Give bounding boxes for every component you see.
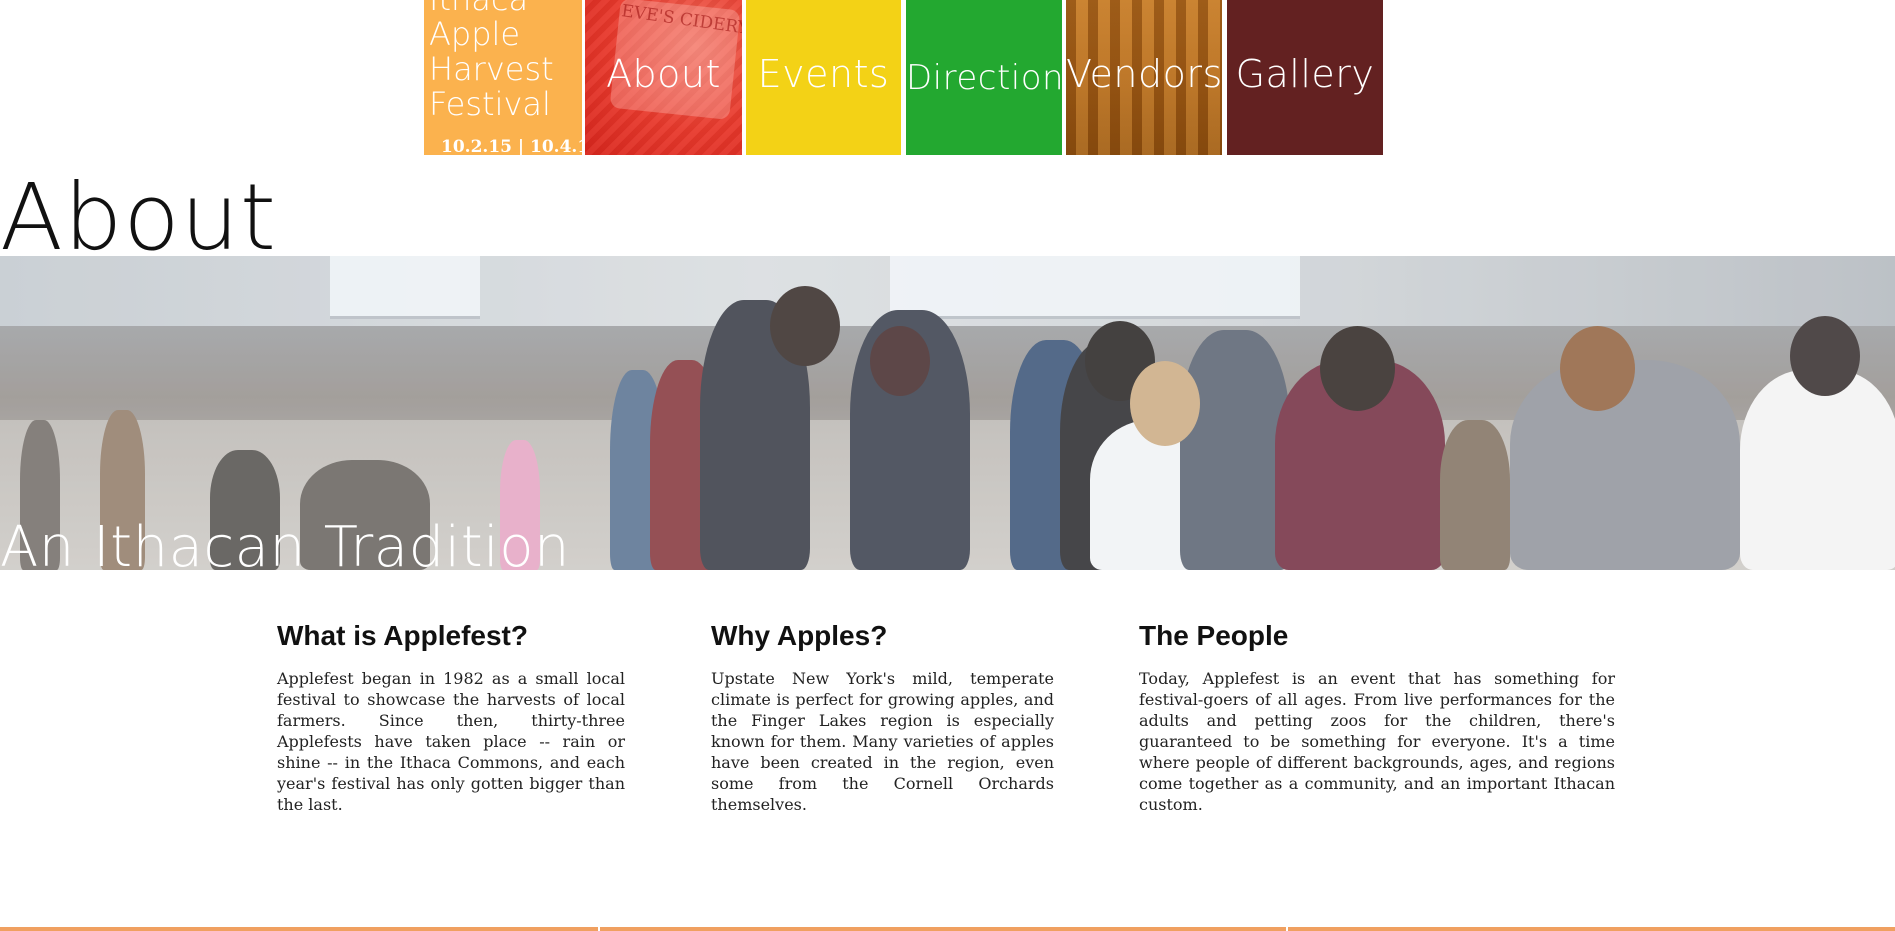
footer-divider <box>0 927 1895 931</box>
nav-item-label: Gallery <box>1235 52 1375 96</box>
nav-item-label: Directions <box>906 58 1062 98</box>
section-heading: The People <box>1139 620 1289 651</box>
nav-item-events[interactable]: Events <box>746 0 901 155</box>
section-heading: Why Apples? <box>711 620 888 651</box>
logo-title: Ithaca Apple Harvest Festival <box>429 0 554 122</box>
section-the-people: The People Today, Applefest is an event … <box>1139 618 1615 815</box>
nav-item-directions[interactable]: Directions <box>906 0 1062 155</box>
section-body: Upstate New York's mild, temperate clima… <box>711 669 1054 814</box>
section-why-apples: Why Apples? Upstate New York's mild, tem… <box>711 618 1054 815</box>
footer-divider-tick <box>1286 927 1288 931</box>
logo-title-line: Apple <box>429 15 521 53</box>
section-body: Applefest began in 1982 as a small local… <box>277 669 625 814</box>
nav-item-vendors[interactable]: Vendors <box>1066 0 1222 155</box>
nav-item-about[interactable]: EVE'S CIDERY About <box>585 0 742 155</box>
section-body: Today, Applefest is an event that has so… <box>1139 669 1615 814</box>
festival-dates: 10.2.15 | 10.4.15 <box>441 137 582 155</box>
section-heading: What is Applefest? <box>277 620 528 651</box>
nav-item-label: About <box>606 52 721 96</box>
nav-item-label: Events <box>757 52 890 96</box>
logo-title-line: Harvest <box>429 50 554 88</box>
logo-title-line: Festival <box>429 85 551 123</box>
hero-caption: An Ithacan Tradition <box>0 515 570 580</box>
page-title: About <box>0 164 278 271</box>
nav-item-label: Vendors <box>1066 52 1222 96</box>
logo-home-link[interactable]: Ithaca Apple Harvest Festival 10.2.15 | … <box>424 0 582 155</box>
section-what-is-applefest: What is Applefest? Applefest began in 19… <box>277 618 625 815</box>
nav-item-gallery[interactable]: Gallery <box>1227 0 1383 155</box>
footer-divider-tick <box>598 927 600 931</box>
